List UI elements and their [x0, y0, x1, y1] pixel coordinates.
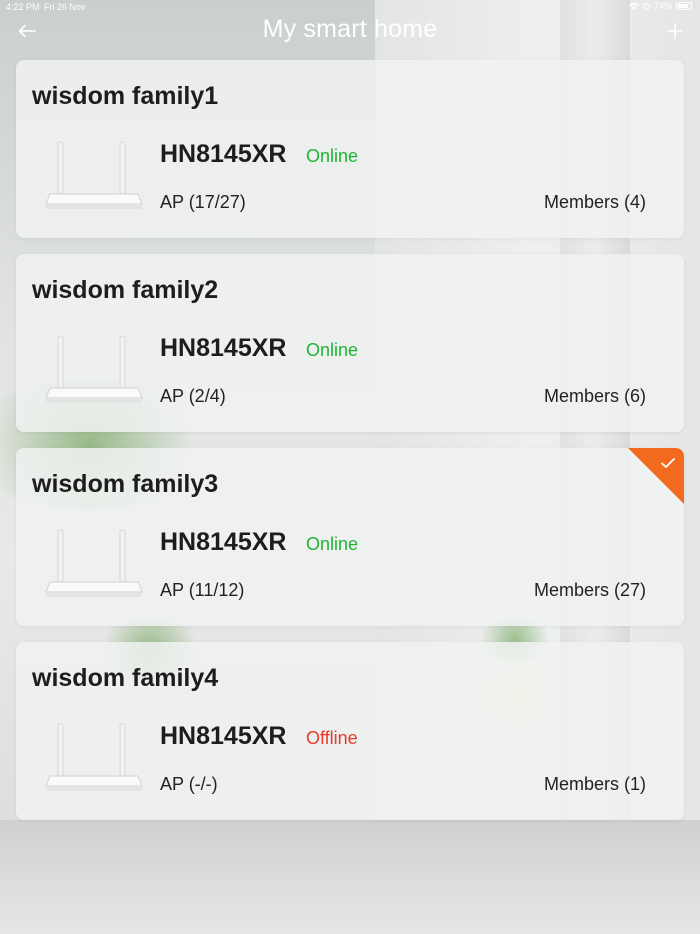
family-name: wisdom family2: [32, 276, 219, 304]
status-date: Fri 26 Nov: [44, 2, 86, 12]
selected-badge: [628, 448, 684, 504]
status-bar: 4:22 PM Fri 26 Nov 74%: [0, 0, 700, 14]
device-model: HN8145XR: [160, 334, 287, 362]
device-status: Offline: [306, 728, 358, 748]
family-name: wisdom family1: [32, 82, 219, 110]
device-status: Online: [306, 534, 359, 554]
status-time: 4:22 PM: [6, 2, 40, 12]
add-button[interactable]: [662, 18, 688, 44]
members-count: Members (27): [533, 580, 646, 600]
orientation-lock-icon: [642, 2, 650, 10]
members-count: Members (4): [543, 192, 646, 212]
header: My smart home: [0, 14, 700, 48]
members-count: Members (1): [543, 774, 646, 794]
ap-count: AP (11/12): [160, 580, 245, 600]
device-model: HN8145XR: [160, 722, 287, 750]
device-status: Online: [306, 340, 359, 360]
ap-count: AP (2/4): [160, 386, 226, 406]
family-list: wisdom family1 HN8145XR Online AP (17/27…: [16, 60, 684, 836]
router-icon: [45, 723, 143, 791]
checkmark-icon: [661, 458, 675, 468]
ap-count: AP (-/-): [160, 774, 218, 794]
family-name: wisdom family4: [32, 664, 219, 692]
wifi-icon: [628, 3, 639, 10]
router-icon: [45, 141, 143, 209]
page-title: My smart home: [262, 15, 438, 43]
family-card-selected[interactable]: wisdom family3 HN8145XR Online AP (11/12…: [16, 448, 684, 626]
router-icon: [45, 529, 143, 597]
family-name: wisdom family3: [32, 470, 219, 498]
family-card[interactable]: wisdom family1 HN8145XR Online AP (17/27…: [16, 60, 684, 238]
members-count: Members (6): [543, 386, 646, 406]
device-status: Online: [306, 146, 359, 166]
device-model: HN8145XR: [160, 140, 287, 168]
plus-icon: [667, 23, 683, 39]
family-card[interactable]: wisdom family4 HN8145XR Offline AP (-/-)…: [16, 642, 684, 820]
battery-icon: [676, 2, 692, 10]
ap-count: AP (17/27): [160, 192, 246, 212]
router-icon: [45, 335, 143, 403]
family-card[interactable]: wisdom family2 HN8145XR Online AP (2/4) …: [16, 254, 684, 432]
device-model: HN8145XR: [160, 528, 287, 556]
battery-percent: 74%: [653, 1, 672, 11]
